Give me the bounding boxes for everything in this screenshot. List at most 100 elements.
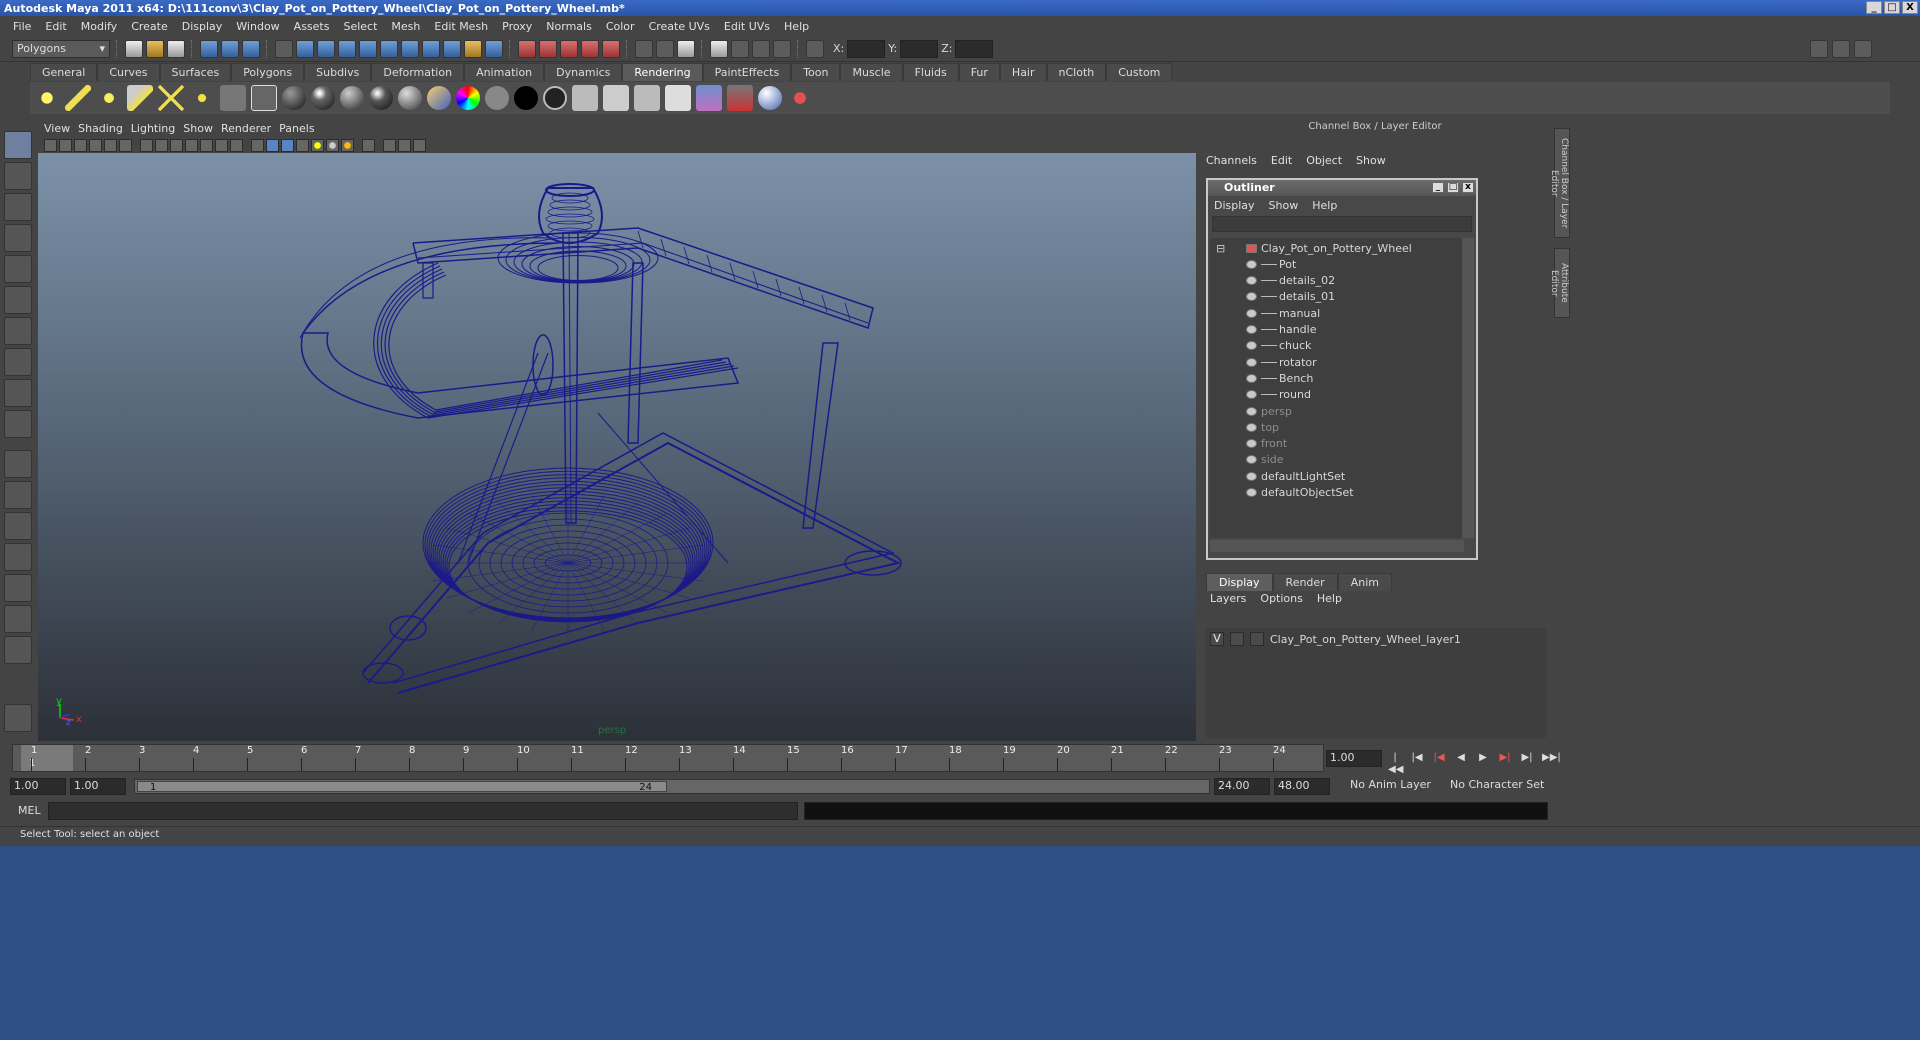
filter-icon[interactable] xyxy=(275,39,293,58)
outliner-item-details-02[interactable]: details_02 xyxy=(1246,273,1335,289)
ipr-shelf-icon[interactable] xyxy=(758,86,782,110)
toggle-channel-box-icon[interactable] xyxy=(1854,40,1872,58)
viewport-menu-view[interactable]: View xyxy=(44,122,78,135)
xray-joints-icon[interactable] xyxy=(398,138,411,152)
select-deformations-icon[interactable] xyxy=(380,39,398,58)
viewport-menu-show[interactable]: Show xyxy=(183,122,221,135)
ipr-render-icon[interactable] xyxy=(752,39,770,58)
shelf-tab-general[interactable]: General xyxy=(30,63,98,81)
select-component-icon[interactable] xyxy=(242,39,260,58)
select-rendering-icon[interactable] xyxy=(422,39,440,58)
channel-box-menu-show[interactable]: Show xyxy=(1356,154,1400,167)
lasso-tool-icon[interactable] xyxy=(4,162,32,190)
viewport-menu-shading[interactable]: Shading xyxy=(78,122,131,135)
minimize-button[interactable]: _ xyxy=(1866,1,1882,14)
layered-shader-icon[interactable] xyxy=(427,86,451,110)
output-ops-icon[interactable] xyxy=(656,39,674,58)
outliner-item-clay-pot-on-pottery-wheel[interactable]: ⊟ Clay_Pot_on_Pottery_Wheel xyxy=(1216,240,1412,256)
go-to-start-icon[interactable]: |◀◀ xyxy=(1388,752,1403,775)
highlight-selection-icon[interactable] xyxy=(485,39,503,58)
menu-edit-uvs[interactable]: Edit UVs xyxy=(717,20,777,33)
high-quality-icon[interactable] xyxy=(341,138,354,152)
select-surfaces-icon[interactable] xyxy=(359,39,377,58)
outliner-item-side[interactable]: side xyxy=(1246,452,1284,468)
hypershade-persp-layout-icon[interactable] xyxy=(4,574,32,602)
menu-modify[interactable]: Modify xyxy=(74,20,124,33)
menu-create[interactable]: Create xyxy=(124,20,175,33)
outliner-menu-display[interactable]: Display xyxy=(1214,199,1269,212)
menu-proxy[interactable]: Proxy xyxy=(495,20,539,33)
shelf-tab-subdivs[interactable]: Subdivs xyxy=(304,63,372,81)
animation-start-field[interactable]: 1.00 xyxy=(10,778,66,795)
animation-end-field[interactable]: 48.00 xyxy=(1274,778,1330,795)
resolution-gate-icon[interactable] xyxy=(170,138,183,152)
image-plane-icon[interactable] xyxy=(89,138,102,152)
step-forward-frame-icon[interactable]: ▶| xyxy=(1520,752,1534,764)
collapse-icon[interactable]: ⊟ xyxy=(1216,242,1225,255)
spot-light-icon[interactable] xyxy=(127,85,153,111)
manipulator-tool-icon[interactable] xyxy=(4,317,32,345)
outliner-item-persp[interactable]: persp xyxy=(1246,403,1292,419)
rotate-tool-icon[interactable] xyxy=(4,255,32,283)
outliner-horizontal-scrollbar[interactable] xyxy=(1210,540,1464,552)
safe-title-icon[interactable] xyxy=(230,138,243,152)
menu-normals[interactable]: Normals xyxy=(539,20,599,33)
camera-icon[interactable] xyxy=(220,85,246,111)
outliner-item-rotator[interactable]: rotator xyxy=(1246,354,1317,370)
outliner-item-defaultlightset[interactable]: defaultLightSet xyxy=(1246,468,1345,484)
last-tool-icon[interactable] xyxy=(4,410,32,438)
layer-row[interactable]: V Clay_Pot_on_Pottery_Wheel_layer1 xyxy=(1210,631,1461,647)
menu-file[interactable]: File xyxy=(6,20,38,33)
render-globals-icon[interactable] xyxy=(727,85,753,111)
surface-shader-icon[interactable] xyxy=(485,86,509,110)
select-object-icon[interactable] xyxy=(221,39,239,58)
outliner-item-details-01[interactable]: details_01 xyxy=(1246,289,1335,305)
textured-icon[interactable] xyxy=(296,138,309,152)
shadows-icon[interactable] xyxy=(326,138,339,152)
viewport-menu-renderer[interactable]: Renderer xyxy=(221,122,279,135)
outliner-item-round[interactable]: round xyxy=(1246,387,1311,403)
directional-light-icon[interactable] xyxy=(65,85,91,111)
more-layouts-icon[interactable] xyxy=(4,636,32,664)
new-scene-icon[interactable] xyxy=(125,39,143,58)
outliner-minimize-button[interactable]: _ xyxy=(1432,182,1444,193)
shelf-tab-surfaces[interactable]: Surfaces xyxy=(159,63,232,81)
persp-graph-layout-icon[interactable] xyxy=(4,543,32,571)
select-misc-icon[interactable] xyxy=(443,39,461,58)
shelf-tab-polygons[interactable]: Polygons xyxy=(231,63,305,81)
use-all-lights-icon[interactable] xyxy=(311,138,324,152)
select-handles-icon[interactable] xyxy=(296,39,314,58)
step-back-frame-icon[interactable]: |◀ xyxy=(1410,752,1424,764)
blinn-shader-icon[interactable] xyxy=(311,86,335,110)
mel-label[interactable]: MEL xyxy=(18,804,41,817)
make-live-icon[interactable] xyxy=(602,39,620,58)
select-tool-icon[interactable] xyxy=(4,131,32,159)
gate-mask-icon[interactable] xyxy=(185,138,198,152)
2d-pan-zoom-icon[interactable] xyxy=(104,138,117,152)
use-background-shader-icon[interactable] xyxy=(514,86,538,110)
shading-map-icon[interactable] xyxy=(543,86,567,110)
outliner-item-front[interactable]: front xyxy=(1246,436,1287,452)
menu-edit[interactable]: Edit xyxy=(38,20,73,33)
x-field[interactable] xyxy=(847,39,886,58)
outliner-maximize-button[interactable]: □ xyxy=(1447,182,1459,193)
outliner-filter-field[interactable] xyxy=(1212,216,1472,232)
layer-type-toggle[interactable] xyxy=(1230,632,1244,646)
render-settings-icon[interactable] xyxy=(773,39,791,58)
render-view-icon[interactable] xyxy=(710,39,728,58)
single-pane-layout-icon[interactable] xyxy=(4,450,32,478)
layer-tab-anim[interactable]: Anim xyxy=(1337,573,1392,591)
command-input[interactable] xyxy=(48,802,798,820)
volume-light-icon[interactable] xyxy=(189,85,215,111)
move-tool-icon[interactable] xyxy=(4,224,32,252)
select-dynamics-icon[interactable] xyxy=(401,39,419,58)
layer-color-swatch[interactable] xyxy=(1250,632,1264,646)
menu-select[interactable]: Select xyxy=(336,20,384,33)
shelf-tab-fur[interactable]: Fur xyxy=(958,63,1000,81)
channel-box-menu-channels[interactable]: Channels xyxy=(1206,154,1271,167)
perspective-viewport[interactable]: y x z persp xyxy=(38,153,1196,741)
outliner-close-button[interactable]: x xyxy=(1462,182,1474,193)
range-slider-thumb[interactable]: 1 24 xyxy=(137,781,667,793)
area-light-icon[interactable] xyxy=(158,85,184,111)
shelf-tab-custom[interactable]: Custom xyxy=(1106,63,1173,81)
